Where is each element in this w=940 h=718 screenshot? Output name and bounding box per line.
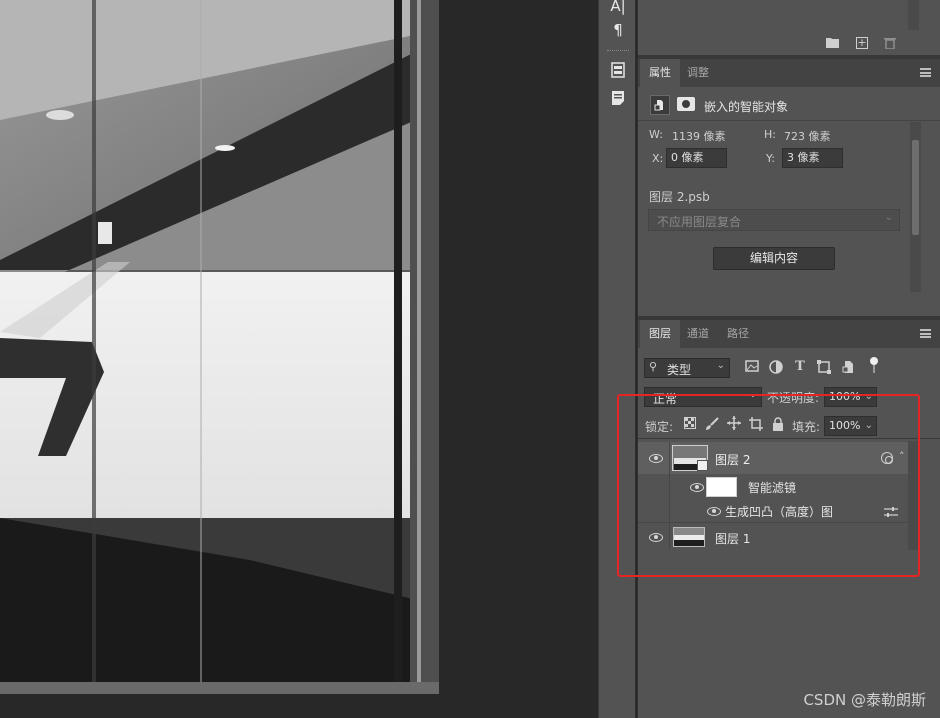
tab-properties[interactable]: 属性 — [640, 59, 680, 87]
right-panel-dock: + 属性 调整 嵌入的智能对象 W: 1139 像素 H: 723 像素 X: … — [637, 0, 940, 718]
mask-icon[interactable] — [677, 97, 695, 111]
y-position-field[interactable]: 3 像素 — [782, 148, 843, 168]
type-filter-icon[interactable]: T — [792, 359, 808, 375]
tab-layers[interactable]: 图层 — [640, 320, 680, 348]
character-panel-icon[interactable]: A| — [607, 0, 629, 16]
trash-icon[interactable] — [884, 36, 896, 52]
notes-icon[interactable] — [607, 90, 629, 110]
canvas-image — [0, 0, 439, 694]
height-label: H: — [764, 128, 776, 141]
width-value: 1139 像素 — [672, 130, 726, 143]
width-label: W: — [649, 128, 663, 141]
smart-object-filter-icon[interactable] — [840, 360, 856, 376]
layers-tabbar: 图层 通道 路径 — [638, 320, 940, 348]
tab-paths[interactable]: 路径 — [718, 320, 758, 348]
layer-filter-label: 类型 — [667, 363, 692, 377]
filter-toggle-icon[interactable] — [870, 357, 878, 373]
pixel-filter-icon[interactable] — [744, 360, 760, 376]
properties-menu-icon[interactable] — [920, 68, 931, 77]
new-item-icon[interactable]: + — [856, 37, 868, 49]
props-divider — [638, 120, 940, 121]
watermark-text: CSDN @泰勒朗斯 — [803, 691, 926, 709]
edit-contents-button[interactable]: 编辑内容 — [713, 247, 835, 270]
document-canvas[interactable] — [0, 0, 439, 694]
strip-divider — [607, 50, 629, 52]
x-label: X: — [652, 152, 664, 165]
height-value: 723 像素 — [784, 130, 831, 143]
highlight-annotation-box — [617, 394, 920, 577]
shape-filter-icon[interactable] — [816, 360, 832, 376]
layer-comp-select[interactable]: 不应用图层复合 ⌄ — [648, 209, 900, 231]
folder-icon[interactable] — [826, 37, 839, 51]
tab-channels[interactable]: 通道 — [678, 320, 718, 348]
paragraph-icon[interactable]: ¶ — [607, 20, 629, 40]
psb-filename: 图层 2.psb — [649, 190, 710, 204]
top-panel: + — [638, 0, 940, 55]
smart-object-title: 嵌入的智能对象 — [704, 100, 789, 114]
chevron-down-icon: ⌄ — [884, 212, 893, 223]
adjustment-filter-icon[interactable] — [768, 360, 784, 376]
panel-tool-strip: A| ¶ — [598, 0, 636, 718]
properties-scrollbar[interactable] — [910, 122, 921, 292]
layer-filter-select[interactable]: ⚲ 类型 ⌄ — [644, 358, 730, 378]
layers-menu-icon[interactable] — [920, 329, 931, 338]
tab-adjustments[interactable]: 调整 — [678, 59, 718, 87]
top-panel-scrollbar[interactable] — [908, 0, 919, 30]
y-label: Y: — [766, 152, 775, 165]
properties-scroll-thumb[interactable] — [912, 140, 919, 235]
x-position-field[interactable]: 0 像素 — [666, 148, 727, 168]
properties-tabbar: 属性 调整 — [638, 59, 940, 87]
properties-icon[interactable] — [607, 62, 629, 82]
layer-comp-placeholder: 不应用图层复合 — [657, 215, 742, 229]
smart-object-icon — [650, 95, 670, 115]
search-icon: ⚲ — [649, 360, 658, 373]
chevron-down-icon: ⌄ — [716, 360, 725, 371]
